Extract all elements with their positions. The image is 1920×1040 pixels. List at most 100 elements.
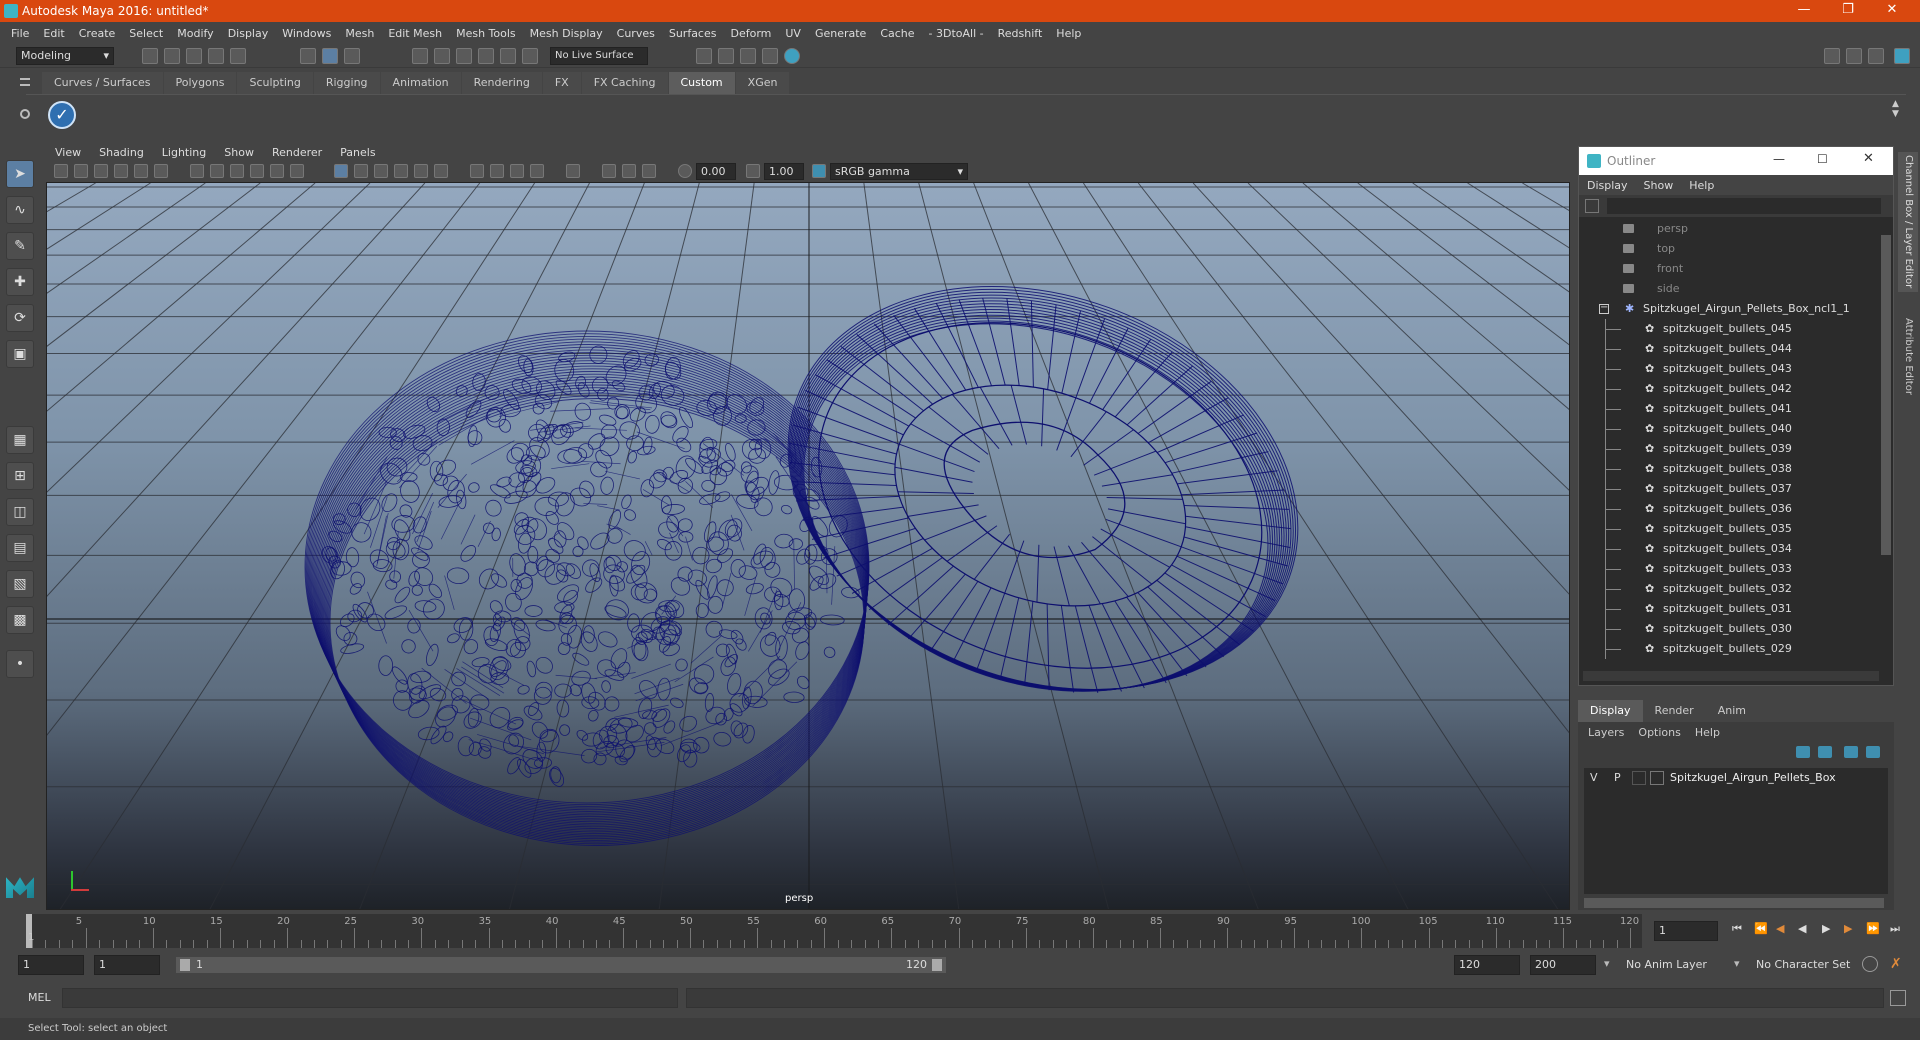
outliner-mesh-row[interactable]: ✿ spitzkugelt_bullets_036 [1579, 499, 1893, 519]
outliner-mesh-row[interactable]: ✿ spitzkugelt_bullets_029 [1579, 639, 1893, 659]
new-scene-icon[interactable] [142, 48, 158, 64]
menu-mesh-display[interactable]: Mesh Display [523, 27, 610, 40]
exposure-icon[interactable] [678, 164, 692, 178]
outliner-mesh-row[interactable]: ✿ spitzkugelt_bullets_037 [1579, 479, 1893, 499]
lights-icon[interactable] [414, 164, 428, 178]
play-forward-icon[interactable]: ▶ [1822, 922, 1830, 935]
go-to-end-icon[interactable]: ⏭ [1890, 922, 1900, 936]
range-slider-end-handle[interactable] [932, 959, 942, 971]
shelf-tab-custom[interactable]: Custom [668, 72, 735, 94]
layer-name[interactable]: Spitzkugel_Airgun_Pellets_Box [1670, 771, 1836, 784]
viewport-menu-show[interactable]: Show [215, 146, 263, 159]
menu-select[interactable]: Select [122, 27, 170, 40]
screen-space-ao-icon[interactable] [470, 164, 484, 178]
mel-input[interactable] [62, 988, 678, 1008]
lasso-tool-icon[interactable]: ∿ [6, 196, 34, 224]
close-icon[interactable]: ✕ [1870, 0, 1914, 22]
chevron-down-icon[interactable]: ▾ [1734, 957, 1740, 970]
gamma-field[interactable]: 1.00 [764, 163, 804, 180]
gamma-icon[interactable] [746, 164, 760, 178]
viewport-menu-shading[interactable]: Shading [90, 146, 153, 159]
shelf-tab-curves-surfaces[interactable]: Curves / Surfaces [42, 72, 163, 94]
outliner-mesh-row[interactable]: ✿ spitzkugelt_bullets_039 [1579, 439, 1893, 459]
image-plane-icon[interactable] [114, 164, 128, 178]
render-frame-icon[interactable] [718, 48, 734, 64]
outliner-mesh-row[interactable]: ✿ spitzkugelt_bullets_040 [1579, 419, 1893, 439]
collapse-icon[interactable]: − [1599, 303, 1609, 314]
depth-of-field-icon[interactable] [530, 164, 544, 178]
2d-pan-zoom-icon[interactable] [134, 164, 148, 178]
four-view-layout-icon[interactable]: ⊞ [6, 462, 34, 490]
menu-redshift[interactable]: Redshift [991, 27, 1050, 40]
shelf-tab-xgen[interactable]: XGen [735, 72, 790, 94]
outliner-mesh-row[interactable]: ✿ spitzkugelt_bullets_041 [1579, 399, 1893, 419]
viewport-menu-view[interactable]: View [46, 146, 90, 159]
maximize-icon[interactable]: ❐ [1826, 0, 1870, 22]
outliner-mesh-row[interactable]: ✿ spitzkugelt_bullets_030 [1579, 619, 1893, 639]
snap-grid-icon[interactable] [412, 48, 428, 64]
wireframe-icon[interactable] [334, 164, 348, 178]
film-gate-icon[interactable] [210, 164, 224, 178]
outliner-vscrollbar[interactable] [1881, 235, 1891, 555]
shadows-icon[interactable] [434, 164, 448, 178]
menu-cache[interactable]: Cache [873, 27, 921, 40]
viewport-menu-panels[interactable]: Panels [331, 146, 384, 159]
graph-layout-icon[interactable]: ▧ [6, 570, 34, 598]
live-surface-field[interactable]: No Live Surface [550, 47, 648, 65]
outliner-search-input[interactable] [1607, 198, 1881, 214]
step-forward-key-icon[interactable]: ⏩ [1866, 922, 1880, 935]
range-slider[interactable]: 1 120 [176, 957, 946, 973]
scene-end-field[interactable]: 200 [1530, 955, 1596, 975]
range-slider-start-handle[interactable] [180, 959, 190, 971]
single-view-layout-icon[interactable]: ▦ [6, 426, 34, 454]
play-backward-icon[interactable]: ◀ [1798, 922, 1806, 935]
menu-uv[interactable]: UV [778, 27, 808, 40]
layer-menu-options[interactable]: Options [1638, 726, 1680, 739]
select-tool-icon[interactable]: ➤ [6, 160, 34, 188]
outliner-menu-show[interactable]: Show [1644, 179, 1674, 192]
outliner-mesh-row[interactable]: ✿ spitzkugelt_bullets_038 [1579, 459, 1893, 479]
render-layout-icon[interactable]: ▩ [6, 606, 34, 634]
current-frame-field[interactable]: 1 [1654, 921, 1718, 941]
viewport-menu-renderer[interactable]: Renderer [263, 146, 331, 159]
side-tab-channel-box[interactable]: Channel Box / Layer Editor [1898, 152, 1918, 292]
history-icon[interactable] [522, 48, 538, 64]
rotate-tool-icon[interactable]: ⟳ [6, 304, 34, 332]
xray-components-icon[interactable] [642, 164, 656, 178]
hypershade-icon[interactable] [784, 48, 800, 64]
menu-generate[interactable]: Generate [808, 27, 873, 40]
exposure-field[interactable]: 0.00 [696, 163, 736, 180]
layer-color-swatch[interactable] [1650, 771, 1664, 785]
grease-pencil-icon[interactable] [154, 164, 168, 178]
menu-file[interactable]: File [4, 27, 36, 40]
layer-row[interactable]: V P Spitzkugel_Airgun_Pellets_Box [1584, 768, 1888, 788]
outliner-camera-row[interactable]: side [1579, 279, 1893, 299]
workspace-icon-4[interactable] [1894, 48, 1910, 64]
outliner-camera-row[interactable]: front [1579, 259, 1893, 279]
outliner-mesh-row[interactable]: ✿ spitzkugelt_bullets_035 [1579, 519, 1893, 539]
workspace-icon-3[interactable] [1868, 48, 1884, 64]
shelf-tab-animation[interactable]: Animation [380, 72, 461, 94]
go-to-start-icon[interactable]: ⏮ [1732, 922, 1742, 936]
anim-end-field[interactable]: 120 [1454, 955, 1520, 975]
select-by-hierarchy-icon[interactable] [300, 48, 316, 64]
snap-live-icon[interactable] [500, 48, 516, 64]
bookmark-icon[interactable] [94, 164, 108, 178]
open-scene-icon[interactable] [164, 48, 180, 64]
shelf-tab-fx-caching[interactable]: FX Caching [581, 72, 668, 94]
menu-mesh-tools[interactable]: Mesh Tools [449, 27, 523, 40]
redo-icon[interactable] [230, 48, 246, 64]
auto-key-icon[interactable] [1862, 956, 1878, 972]
checkmark-tool-icon[interactable]: ✓ [48, 101, 76, 129]
outliner-close-icon[interactable]: ✕ [1863, 151, 1874, 166]
layout-options-icon[interactable]: • [6, 650, 34, 678]
menu-set-dropdown[interactable]: Modeling ▾ [16, 47, 114, 65]
anti-aliasing-icon[interactable] [510, 164, 524, 178]
viewport-canvas[interactable] [47, 183, 1570, 910]
step-back-frame-icon[interactable]: ◀ [1776, 922, 1784, 935]
new-layer-selected-icon[interactable] [1866, 746, 1880, 758]
move-tool-icon[interactable]: ✚ [6, 268, 34, 296]
camera-select-icon[interactable] [54, 164, 68, 178]
step-forward-frame-icon[interactable]: ▶ [1844, 922, 1852, 935]
outliner-group-row[interactable]: − ✱ Spitzkugel_Airgun_Pellets_Box_ncl1_1 [1579, 299, 1893, 319]
